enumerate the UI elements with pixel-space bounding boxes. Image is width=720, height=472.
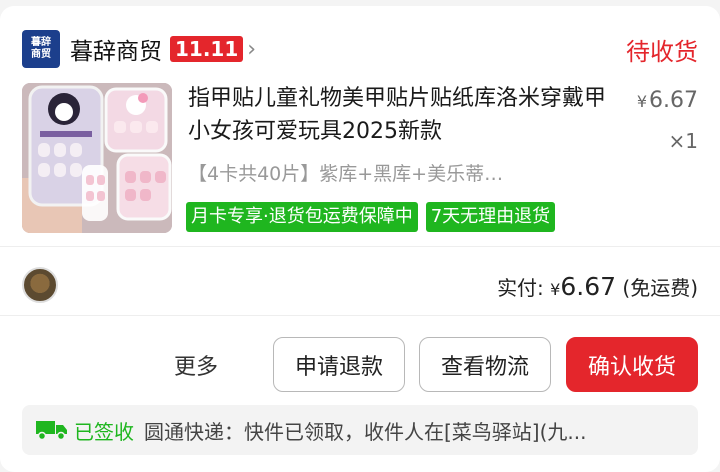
product-image <box>22 83 172 233</box>
shop-logo-line1: 暮辞 <box>31 37 51 48</box>
logistics-bar[interactable]: 已签收 圆通快递：快件已领取，收件人在[菜鸟驿站](九... <box>22 405 698 455</box>
divider <box>0 246 720 247</box>
chevron-right-icon[interactable]: › <box>247 37 256 62</box>
promo-badge: 11.11 <box>170 36 244 62</box>
paid-currency: ¥ <box>550 280 561 299</box>
product-quantity: ×1 <box>668 129 698 153</box>
more-button[interactable]: 更多 <box>174 349 218 381</box>
price-currency: ¥ <box>636 92 648 111</box>
avatar <box>22 267 58 303</box>
product-sku: 【4卡共40片】紫库+黑库+美乐蒂… <box>188 163 504 185</box>
shipping-note: (免运费) <box>622 276 698 300</box>
shop-header[interactable]: 暮辞 商贸 暮辞商贸 11.11 › 待收货 <box>22 28 698 70</box>
apply-refund-button[interactable]: 申请退款 <box>273 337 405 392</box>
product-thumbnail[interactable] <box>22 83 172 233</box>
product-price: ¥6.67 <box>637 88 698 113</box>
product-title[interactable]: 指甲贴儿童礼物美甲贴片贴纸库洛米穿戴甲小女孩可爱玩具2025新款 <box>188 82 608 148</box>
price-value: 6.67 <box>649 88 698 113</box>
truck-icon <box>36 421 67 441</box>
shop-logo-line2: 商贸 <box>31 49 51 60</box>
paid-amount: 实付: ¥6.67 (免运费) <box>497 272 698 301</box>
tag-shipping-insurance: 月卡专享·退货包运费保障中 <box>186 202 418 232</box>
service-tags: 月卡专享·退货包运费保障中 7天无理由退货 <box>186 202 556 232</box>
order-card[interactable]: 暮辞 商贸 暮辞商贸 11.11 › 待收货 指甲贴儿童礼物美甲贴片贴纸库洛米穿… <box>0 6 720 472</box>
delivery-status: 已签收 <box>74 419 134 444</box>
tag-7day-return: 7天无理由退货 <box>425 202 556 232</box>
order-status: 待收货 <box>626 37 698 66</box>
shop-logo[interactable]: 暮辞 商贸 <box>22 30 60 68</box>
logistics-detail: 圆通快递：快件已领取，收件人在[菜鸟驿站](九... <box>144 419 587 444</box>
divider <box>0 315 720 316</box>
confirm-receipt-button[interactable]: 确认收货 <box>566 337 698 392</box>
view-logistics-button[interactable]: 查看物流 <box>419 337 551 392</box>
shop-name[interactable]: 暮辞商贸 <box>70 32 162 66</box>
paid-label: 实付: <box>497 276 544 300</box>
paid-value: 6.67 <box>560 272 617 301</box>
